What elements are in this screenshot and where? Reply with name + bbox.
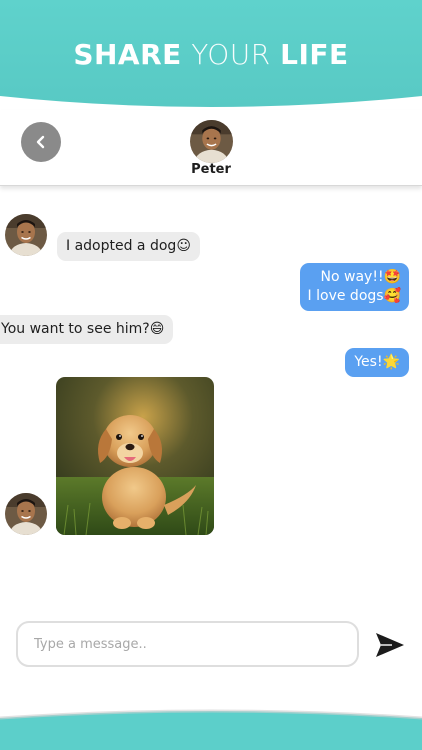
message-text: No way!! <box>320 269 384 285</box>
message-input[interactable] <box>18 623 357 665</box>
glowing-star-emoji: 🌟 <box>382 354 400 370</box>
bottom-wave-background <box>0 709 422 750</box>
top-banner: SHARE YOUR LIFE <box>0 0 422 110</box>
sender-avatar[interactable] <box>5 214 47 256</box>
grinning-emoji: 😄 <box>149 321 165 337</box>
message-composer <box>16 621 359 667</box>
person-avatar-icon <box>190 120 233 163</box>
sender-avatar[interactable] <box>5 493 47 535</box>
bottom-wave-band <box>0 700 422 750</box>
headline-word-your: YOUR <box>191 38 271 71</box>
message-bubble-incoming[interactable]: I adopted a dog☺ <box>57 232 200 261</box>
smiling-hearts-emoji: 🥰 <box>383 288 401 304</box>
message-text: I love dogs <box>307 288 384 304</box>
back-button[interactable] <box>21 122 61 162</box>
puppy-photo-image <box>56 377 214 535</box>
person-avatar-icon <box>5 214 47 256</box>
chat-header: Peter <box>0 110 422 186</box>
contact-name: Peter <box>191 162 231 177</box>
contact-avatar[interactable] <box>190 120 233 163</box>
headline-word-share: SHARE <box>73 38 182 71</box>
shared-photo[interactable] <box>56 377 214 535</box>
message-bubble-outgoing[interactable]: Yes!🌟 <box>345 348 409 377</box>
star-struck-emoji: 🤩 <box>383 269 401 285</box>
chevron-left-icon <box>36 135 45 149</box>
headline: SHARE YOUR LIFE <box>0 38 422 71</box>
person-avatar-icon <box>5 493 47 535</box>
message-bubble-incoming[interactable]: You want to see him?😄 <box>0 315 174 344</box>
smiling-emoji: ☺ <box>176 238 191 254</box>
send-button[interactable] <box>374 631 406 659</box>
message-bubble-outgoing[interactable]: No way!!🤩 I love dogs🥰 <box>299 263 409 311</box>
message-text: I adopted a dog <box>66 238 177 254</box>
message-text: You want to see him? <box>1 321 150 337</box>
send-icon <box>376 633 404 657</box>
headline-word-life: LIFE <box>280 38 349 71</box>
message-text: Yes! <box>354 354 383 370</box>
